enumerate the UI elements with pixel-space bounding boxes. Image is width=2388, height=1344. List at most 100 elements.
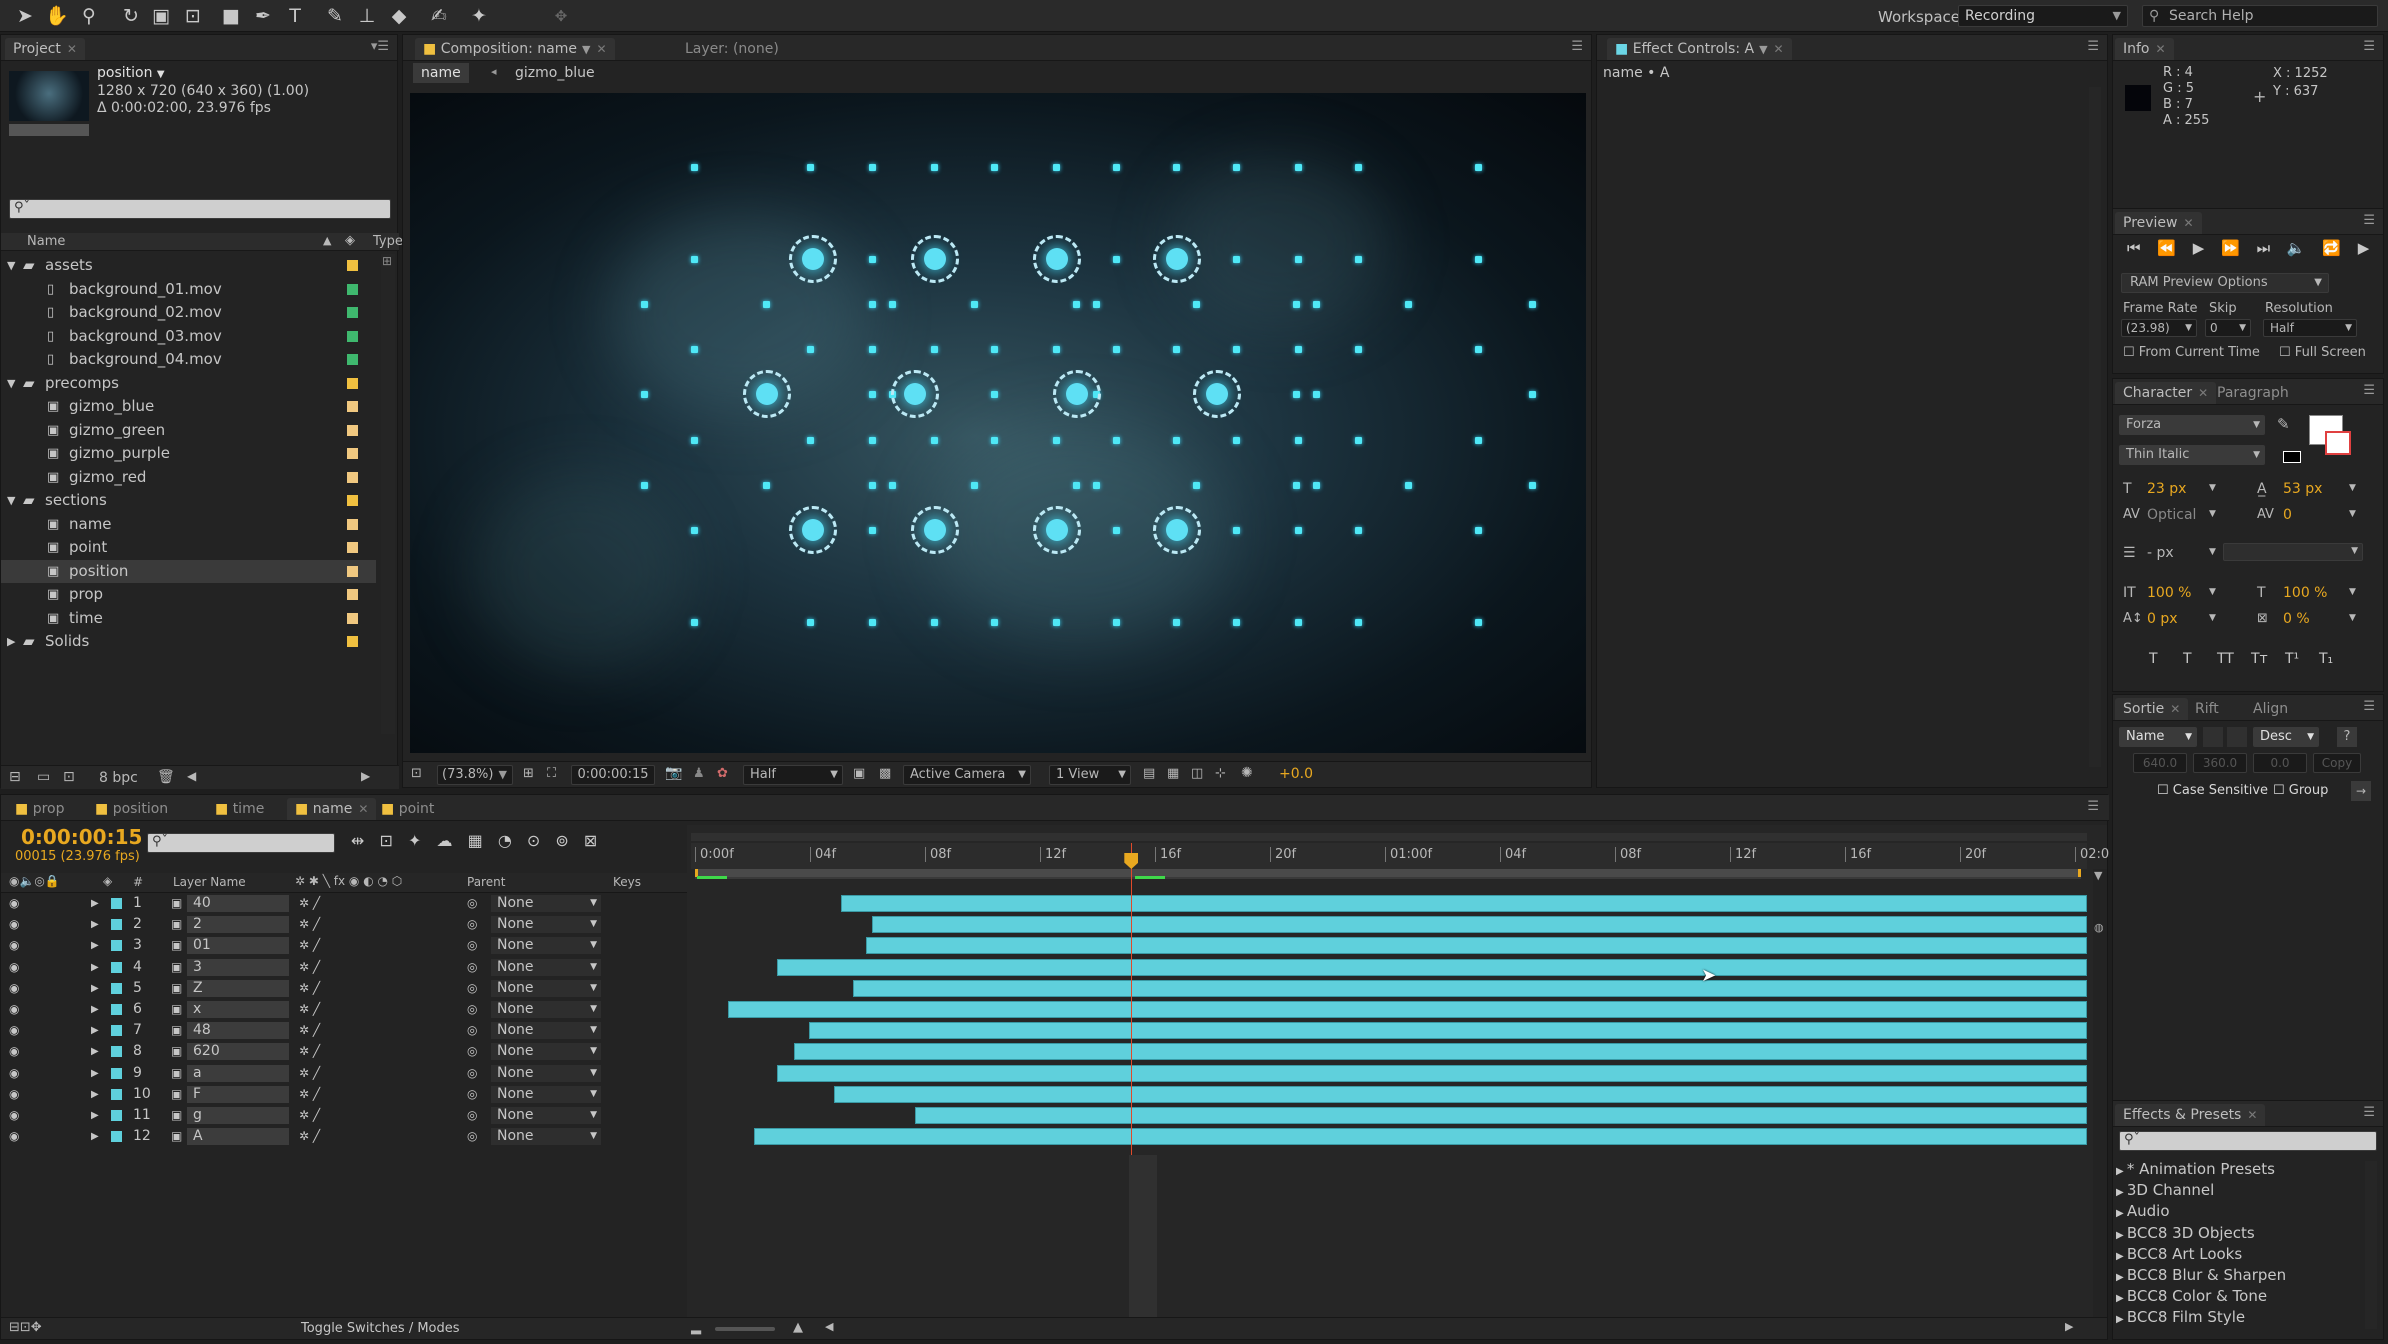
close-icon[interactable]: ✕ xyxy=(1774,42,1784,56)
close-icon[interactable]: ✕ xyxy=(2156,42,2166,56)
tab-character[interactable]: Character ✕ xyxy=(2115,382,2217,404)
eye-icon[interactable]: ◉ xyxy=(9,1084,19,1105)
eye-icon[interactable]: ◉ xyxy=(9,999,19,1020)
layer-duration-bar[interactable] xyxy=(777,1064,2087,1082)
zoom-out-icon[interactable]: ▂ xyxy=(691,1320,701,1335)
panel-menu-icon[interactable]: ☰ xyxy=(1571,39,1583,54)
layer-name-cell[interactable]: A xyxy=(187,1128,289,1146)
eye-icon[interactable]: ◉ xyxy=(9,957,19,978)
project-item[interactable]: ▼ ▰ assets xyxy=(1,254,376,278)
disclosure-triangle-icon[interactable]: ▶ xyxy=(91,957,99,978)
col-name[interactable]: Name xyxy=(27,234,65,249)
layer-search-input[interactable]: ⚲ˇ xyxy=(147,833,335,853)
font-family-select[interactable]: Forza ▼ xyxy=(2119,415,2265,435)
label-color[interactable] xyxy=(347,589,358,600)
timeline-timecode[interactable]: 0:00:00:15 xyxy=(21,825,142,849)
sort-option-button[interactable] xyxy=(2227,727,2247,747)
layer-switches[interactable]: ✲ ╱ xyxy=(299,914,320,935)
parent-select[interactable]: None ▼ xyxy=(491,1001,601,1018)
zoom-in-icon[interactable]: ▲ xyxy=(793,1320,803,1335)
disclosure-triangle-icon[interactable]: ▶ xyxy=(2116,1230,2127,1241)
text-style-button[interactable]: T¹ xyxy=(2285,651,2299,667)
layer-name-cell[interactable]: 620 xyxy=(187,1043,289,1061)
project-item[interactable]: ▣ time xyxy=(1,607,376,631)
pickwhip-icon[interactable]: ◎ xyxy=(467,978,477,999)
disclosure-triangle-icon[interactable]: ▶ xyxy=(91,1020,99,1041)
disclosure-triangle-icon[interactable]: ▶ xyxy=(91,935,99,956)
layer-row[interactable]: ◉ ▶ 11 ▣ g ✲ ╱ ◎ None ▼ xyxy=(1,1105,687,1126)
parent-select[interactable]: None ▼ xyxy=(491,895,601,912)
flowchart-icon[interactable]: ⊞ xyxy=(382,254,392,268)
label-color[interactable] xyxy=(347,565,358,577)
chevron-down-icon[interactable]: ▼ xyxy=(157,69,165,80)
tab-effect-controls[interactable]: ■ Effect Controls: A ▼ ✕ xyxy=(1607,38,1792,60)
help-button[interactable]: ? xyxy=(2337,727,2357,747)
chevron-down-icon[interactable]: ▼ xyxy=(2349,509,2356,519)
effects-search-input[interactable]: ⚲ˇ xyxy=(2119,1131,2377,1151)
channel-icon[interactable]: ✿ xyxy=(717,766,728,781)
stroke-color-swatch[interactable] xyxy=(2325,431,2351,455)
label-color[interactable] xyxy=(111,1131,122,1143)
effects-category[interactable]: ▶ 3D Channel xyxy=(2116,1180,2376,1201)
label-color[interactable] xyxy=(111,1004,122,1015)
fast-previews-icon[interactable]: ▦ xyxy=(1167,766,1179,781)
flowchart-icon[interactable]: ⊹ xyxy=(1215,766,1226,781)
label-color[interactable] xyxy=(347,424,358,436)
disclosure-triangle-icon[interactable]: ▶ xyxy=(2116,1272,2127,1283)
disclosure-triangle-icon[interactable]: ▶ xyxy=(2116,1293,2127,1304)
skip-select[interactable]: 0 ▼ xyxy=(2205,319,2251,337)
panel-menu-icon[interactable]: ☰ xyxy=(2363,1105,2375,1120)
show-snapshot-icon[interactable]: ♟ xyxy=(693,766,705,781)
safe-zones-icon[interactable]: ⊞ xyxy=(523,766,534,781)
project-item[interactable]: ▶ ▰ Solids xyxy=(1,630,376,654)
project-item[interactable]: ▼ ▰ precomps xyxy=(1,372,376,396)
layer-duration-bar[interactable] xyxy=(915,1107,2087,1124)
layer-name-cell[interactable]: x xyxy=(187,1001,289,1018)
layer-duration-bar[interactable] xyxy=(852,979,2087,997)
col-layer-name[interactable]: Layer Name xyxy=(173,875,246,889)
views-select[interactable]: 1 View ▼ xyxy=(1049,765,1131,785)
apply-arrow-icon[interactable]: → xyxy=(2351,781,2371,801)
eraser-tool-icon[interactable]: ◆ xyxy=(386,3,412,29)
close-icon[interactable]: ✕ xyxy=(358,802,368,816)
layer-row[interactable]: ◉ ▶ 3 ▣ 01 ✲ ╱ ◎ None ▼ xyxy=(1,935,687,956)
tab-paragraph[interactable]: Paragraph xyxy=(2217,385,2289,401)
layer-duration-bar[interactable] xyxy=(866,937,2087,955)
camera-select[interactable]: Active Camera ▼ xyxy=(903,765,1031,785)
disclosure-triangle-icon[interactable]: ▶ xyxy=(91,914,99,935)
sort-option-button[interactable] xyxy=(2203,727,2223,747)
tab-comp-name[interactable]: ■ name ✕ xyxy=(287,798,377,820)
pickwhip-icon[interactable]: ◎ xyxy=(467,1041,477,1062)
label-color[interactable] xyxy=(347,401,358,412)
bpc-button[interactable]: 8 bpc xyxy=(99,770,138,786)
layer-row[interactable]: ◉ ▶ 7 ▣ 48 ✲ ╱ ◎ None ▼ xyxy=(1,1020,687,1041)
eye-icon[interactable]: ◉ xyxy=(9,935,19,956)
close-icon[interactable]: ✕ xyxy=(67,42,77,56)
selection-tool-icon[interactable]: ➤ xyxy=(12,3,38,29)
project-item[interactable]: ▣ gizmo_purple xyxy=(1,442,376,466)
mask-visibility-icon[interactable]: ⛶ xyxy=(547,766,556,781)
project-item[interactable]: ▯ background_03.mov xyxy=(1,325,376,349)
layer-row[interactable]: ◉ ▶ 2 ▣ 2 ✲ ╱ ◎ None ▼ xyxy=(1,914,687,935)
graph-editor-icon[interactable]: ⊚ xyxy=(555,831,568,850)
parent-select[interactable]: None ▼ xyxy=(491,916,601,934)
case-sensitive-checkbox[interactable]: ☐ Case Sensitive xyxy=(2157,783,2268,798)
project-item[interactable]: ▣ name xyxy=(1,513,376,537)
layer-name-cell[interactable]: g xyxy=(187,1107,289,1124)
vertical-scale-value[interactable]: 100 % xyxy=(2147,585,2191,601)
disclosure-triangle-icon[interactable]: ▶ xyxy=(2116,1208,2127,1219)
project-scrollbar[interactable]: ⊞ xyxy=(381,254,395,734)
label-color[interactable] xyxy=(347,636,358,647)
panel-menu-icon[interactable]: ☰ xyxy=(2363,383,2375,398)
effect-controls-scrollbar[interactable] xyxy=(2089,87,2101,767)
chevron-down-icon[interactable]: ▼ xyxy=(2209,547,2216,557)
toggle-switches-modes[interactable]: Toggle Switches / Modes xyxy=(301,1321,460,1336)
first-frame-icon[interactable]: ⏮ xyxy=(2127,239,2141,257)
label-color[interactable] xyxy=(347,330,358,342)
parent-select[interactable]: None ▼ xyxy=(491,937,601,955)
tab-preview[interactable]: Preview ✕ xyxy=(2115,212,2202,234)
layer-name-cell[interactable]: F xyxy=(187,1085,289,1103)
pickwhip-icon[interactable]: ◎ xyxy=(467,957,477,978)
tab-sortie[interactable]: Sortie ✕ xyxy=(2115,698,2189,720)
scroll-right-icon[interactable]: ▶ xyxy=(361,769,370,783)
